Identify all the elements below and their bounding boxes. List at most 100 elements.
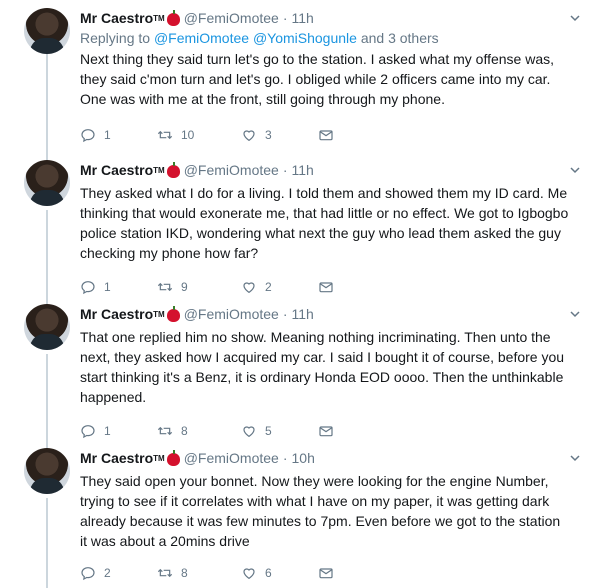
like-count: 2: [265, 280, 272, 294]
tweet-actions: 1 10 3: [80, 125, 580, 145]
retweet-count: 10: [181, 128, 195, 142]
thread-line: [46, 54, 48, 162]
reply-icon: [81, 281, 95, 295]
avatar[interactable]: [24, 160, 70, 206]
replying-suffix: and 3 others: [360, 30, 439, 46]
like-count: 3: [265, 128, 272, 142]
tweet-text: They said open your bonnet. Now they wer…: [80, 473, 561, 549]
apple-emoji-icon: [166, 449, 180, 466]
like-count: 5: [265, 424, 272, 438]
avatar[interactable]: [24, 448, 70, 494]
like-button[interactable]: 3: [241, 127, 318, 143]
thread-line: [46, 210, 48, 306]
reply-count: 2: [104, 566, 111, 580]
tweet-menu-button[interactable]: [570, 306, 580, 318]
replying-prefix: Replying to: [80, 30, 151, 46]
chevron-down-icon: [570, 311, 580, 318]
reply-button[interactable]: 1: [80, 127, 157, 143]
user-handle[interactable]: @FemiOmotee: [184, 306, 279, 322]
retweet-count: 9: [181, 280, 188, 294]
reply-count: 1: [104, 280, 111, 294]
apple-emoji-icon: [166, 305, 180, 322]
tweet-actions: 1 9 2: [80, 277, 580, 297]
trademark-superscript: TM: [153, 13, 165, 23]
retweet-icon: [157, 130, 173, 140]
retweet-count: 8: [181, 566, 188, 580]
separator-dot: ·: [282, 306, 288, 322]
chevron-down-icon: [570, 455, 580, 462]
separator-dot: ·: [282, 162, 288, 178]
user-handle[interactable]: @FemiOmotee: [184, 450, 279, 466]
like-count: 6: [265, 566, 272, 580]
tweet-menu-button[interactable]: [570, 162, 580, 174]
heart-icon: [243, 282, 255, 294]
tweet-timestamp[interactable]: 11h: [292, 162, 314, 178]
tweet-text: That one replied him no show. Meaning no…: [80, 329, 565, 405]
user-handle[interactable]: @FemiOmotee: [184, 10, 279, 26]
tweet-menu-button[interactable]: [570, 450, 580, 462]
retweet-icon: [157, 282, 173, 292]
thread-line: [46, 354, 48, 450]
reply-icon: [81, 567, 95, 581]
avatar[interactable]: [24, 304, 70, 350]
apple-emoji-icon: [166, 161, 180, 178]
reply-button[interactable]: 1: [80, 279, 157, 295]
display-name[interactable]: Mr Caestro: [80, 162, 153, 178]
display-name[interactable]: Mr Caestro: [80, 10, 153, 26]
like-button[interactable]: 5: [241, 423, 318, 439]
tweet-menu-button[interactable]: [570, 10, 580, 22]
heart-icon: [243, 426, 255, 438]
tweet-header: Mr Caestro TM @FemiOmotee · 11h: [80, 304, 580, 324]
avatar[interactable]: [24, 8, 70, 54]
like-button[interactable]: 6: [241, 565, 318, 581]
tweet-header: Mr Caestro TM @FemiOmotee · 11h: [80, 160, 580, 180]
display-name[interactable]: Mr Caestro: [80, 450, 153, 466]
reply-icon: [81, 425, 95, 439]
reply-button[interactable]: 2: [80, 565, 157, 581]
tweet-header: Mr Caestro TM @FemiOmotee · 11h: [80, 8, 580, 28]
direct-message-button[interactable]: [318, 279, 395, 295]
reply-icon: [81, 129, 95, 143]
replying-to: Replying to @FemiOmotee @YomiShogunle an…: [80, 30, 580, 46]
retweet-icon: [157, 568, 173, 578]
like-button[interactable]: 2: [241, 279, 318, 295]
separator-dot: ·: [282, 10, 288, 26]
retweet-button[interactable]: 8: [157, 565, 241, 581]
envelope-icon: [319, 568, 333, 579]
trademark-superscript: TM: [153, 165, 165, 175]
tweet-timestamp[interactable]: 10h: [292, 450, 315, 466]
retweet-button[interactable]: 8: [157, 423, 241, 439]
reply-button[interactable]: 1: [80, 423, 157, 439]
retweet-button[interactable]: 10: [157, 127, 241, 143]
envelope-icon: [319, 282, 333, 293]
thread-line: [46, 498, 48, 588]
separator-dot: ·: [282, 450, 288, 466]
retweet-count: 8: [181, 424, 188, 438]
chevron-down-icon: [570, 15, 580, 22]
trademark-superscript: TM: [153, 453, 165, 463]
tweet-text: Next thing they said turn let's go to th…: [80, 51, 555, 107]
reply-count: 1: [104, 424, 111, 438]
user-handle[interactable]: @FemiOmotee: [184, 162, 279, 178]
trademark-superscript: TM: [153, 309, 165, 319]
display-name[interactable]: Mr Caestro: [80, 306, 153, 322]
envelope-icon: [319, 130, 333, 141]
heart-icon: [243, 568, 255, 580]
heart-icon: [243, 130, 255, 142]
retweet-icon: [157, 426, 173, 436]
replying-mentions[interactable]: @FemiOmotee @YomiShogunle: [154, 30, 357, 46]
tweet-timestamp[interactable]: 11h: [292, 10, 314, 26]
reply-count: 1: [104, 128, 111, 142]
apple-emoji-icon: [166, 9, 180, 26]
envelope-icon: [319, 426, 333, 437]
retweet-button[interactable]: 9: [157, 279, 241, 295]
tweet-timestamp[interactable]: 11h: [292, 306, 314, 322]
tweet-text: They asked what I do for a living. I tol…: [80, 185, 569, 261]
tweet-header: Mr Caestro TM @FemiOmotee · 10h: [80, 448, 580, 468]
direct-message-button[interactable]: [318, 423, 395, 439]
tweet-actions: 1 8 5: [80, 421, 580, 441]
chevron-down-icon: [570, 167, 580, 174]
direct-message-button[interactable]: [318, 127, 395, 143]
direct-message-button[interactable]: [318, 565, 395, 581]
tweet-actions: 2 8 6: [80, 563, 580, 583]
